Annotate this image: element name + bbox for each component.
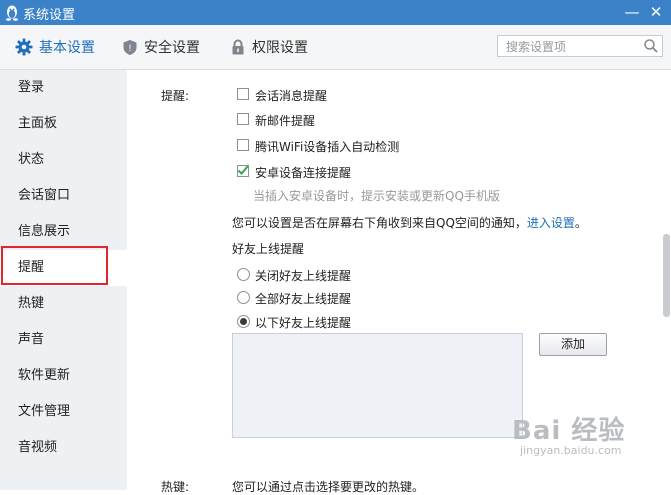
search-icon[interactable]: [643, 38, 659, 54]
checkbox-android-device-reminder-label: 安卓设备连接提醒: [255, 166, 352, 180]
sidebar-item-main-panel[interactable]: 主面板: [0, 106, 127, 142]
sidebar-item-reminder[interactable]: 提醒: [0, 250, 127, 286]
baidu-watermark: Bai 经验: [512, 416, 626, 446]
sidebar: 登录 主面板 状态 会话窗口 信息展示 提醒 热键 声音 软件更新 文件管理 音…: [0, 70, 127, 490]
lock-icon: [232, 39, 244, 54]
hotkey-section-label: 热键:: [161, 480, 190, 494]
settings-toolbar: 基本设置 ! 安全设置 权限设置: [0, 25, 671, 70]
tab-permission-settings[interactable]: 权限设置: [230, 25, 308, 69]
reminder-section-label: 提醒:: [161, 89, 190, 103]
window-title: 系统设置: [23, 8, 76, 23]
baidu-watermark-url: jingyan.baidu.com: [520, 444, 622, 457]
tab-security-settings[interactable]: ! 安全设置: [122, 25, 200, 69]
search-box: [497, 35, 663, 57]
checkbox-chat-message-reminder-label: 会话消息提醒: [255, 89, 328, 103]
checkmark-icon: [237, 165, 249, 175]
gear-icon: [15, 38, 33, 56]
friend-online-title: 好友上线提醒: [232, 242, 305, 256]
sidebar-item-hotkey[interactable]: 热键: [0, 286, 127, 322]
tab-basic-settings-label: 基本设置: [39, 40, 95, 56]
friend-list-box[interactable]: [232, 333, 523, 438]
checkbox-wifi-device-detect[interactable]: [237, 139, 249, 151]
checkbox-android-device-reminder[interactable]: [237, 165, 249, 177]
hotkey-description: 您可以通过点击选择要更改的热键。: [232, 480, 425, 494]
tab-basic-settings[interactable]: 基本设置: [15, 25, 95, 69]
radio-disable-friend-online-label: 关闭好友上线提醒: [255, 269, 352, 283]
tab-permission-settings-label: 权限设置: [252, 40, 308, 56]
checkbox-new-mail-reminder[interactable]: [237, 113, 249, 125]
radio-all-friends-online-label: 全部好友上线提醒: [255, 292, 352, 306]
close-button[interactable]: ✕: [646, 2, 666, 22]
checkbox-new-mail-reminder-label: 新邮件提醒: [255, 114, 316, 128]
checkbox-wifi-device-detect-label: 腾讯WiFi设备插入自动检测: [255, 140, 400, 154]
radio-dot: [240, 318, 247, 325]
search-input[interactable]: [504, 38, 644, 56]
qzone-notice-end: 。: [574, 216, 587, 230]
add-friend-button[interactable]: 添加: [539, 333, 607, 356]
radio-selected-friends-online-label: 以下好友上线提醒: [255, 316, 352, 330]
qzone-notice-body: 您可以设置是否在屏幕右下角收到来自QQ空间的通知，: [232, 216, 527, 230]
radio-disable-friend-online[interactable]: [237, 268, 250, 281]
sidebar-item-chat-window[interactable]: 会话窗口: [0, 178, 127, 214]
scrollbar-thumb[interactable]: [663, 234, 670, 317]
enter-settings-link[interactable]: 进入设置: [527, 216, 575, 230]
sidebar-item-info-display[interactable]: 信息展示: [0, 214, 127, 250]
shield-icon: !: [123, 39, 137, 55]
svg-text:!: !: [128, 44, 132, 54]
sidebar-item-file-management[interactable]: 文件管理: [0, 394, 127, 430]
sidebar-item-sound[interactable]: 声音: [0, 322, 127, 358]
android-hint-text: 当插入安卓设备时，提示安装或更新QQ手机版: [253, 189, 500, 203]
title-bar: 系统设置 — ✕: [0, 0, 671, 25]
qq-penguin-icon: [6, 5, 18, 21]
minimize-button[interactable]: —: [622, 2, 642, 22]
radio-selected-friends-online[interactable]: [237, 315, 250, 328]
checkbox-chat-message-reminder[interactable]: [237, 88, 249, 100]
radio-all-friends-online[interactable]: [237, 291, 250, 304]
qzone-notice-text: 您可以设置是否在屏幕右下角收到来自QQ空间的通知，进入设置。: [232, 214, 587, 231]
tab-security-settings-label: 安全设置: [144, 40, 200, 56]
sidebar-item-software-update[interactable]: 软件更新: [0, 358, 127, 394]
sidebar-item-audio-video[interactable]: 音视频: [0, 430, 127, 466]
sidebar-item-status[interactable]: 状态: [0, 142, 127, 178]
sidebar-item-login[interactable]: 登录: [0, 70, 127, 106]
